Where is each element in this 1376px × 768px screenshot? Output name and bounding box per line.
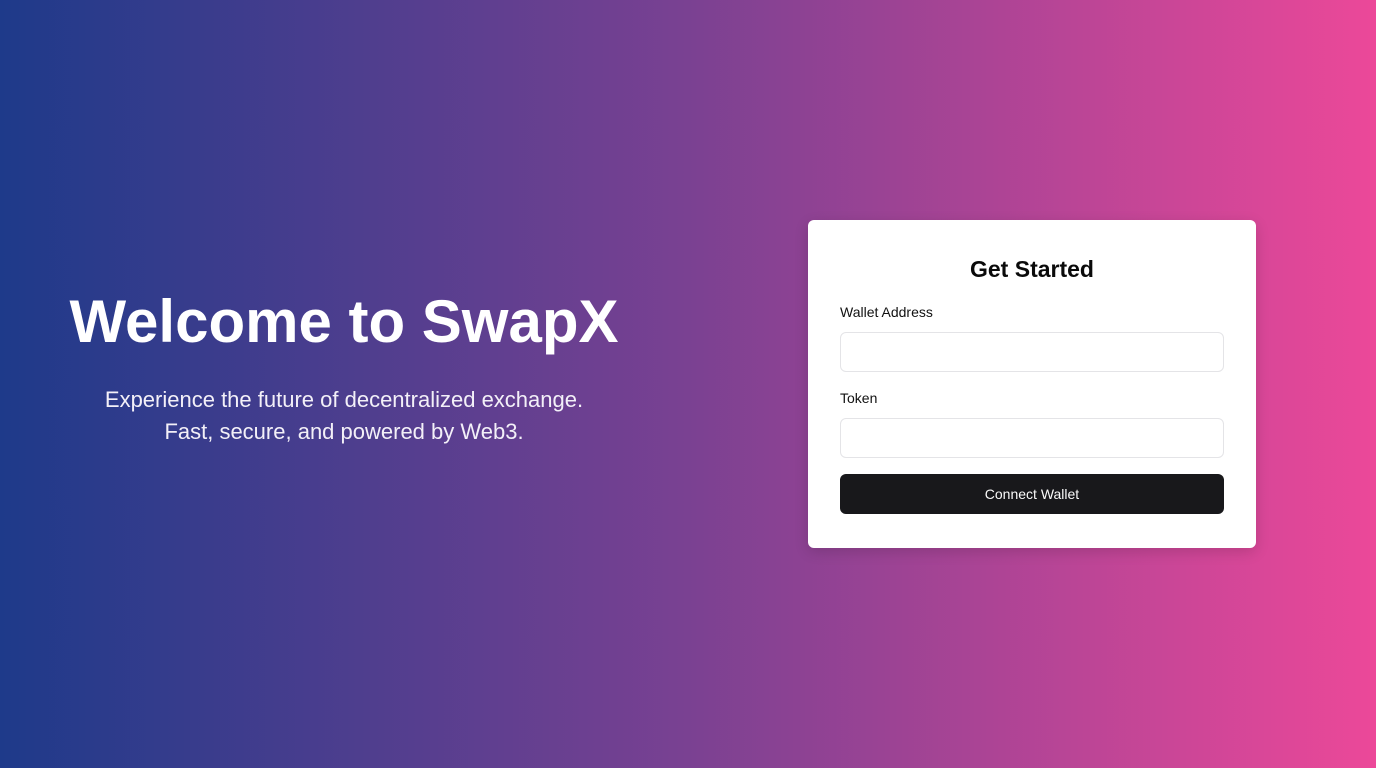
card-title: Get Started <box>970 256 1094 282</box>
get-started-card: Get Started Wallet Address Token Connect… <box>808 220 1256 548</box>
token-label: Token <box>840 390 878 406</box>
wallet-address-label: Wallet Address <box>840 304 933 320</box>
connect-wallet-button[interactable]: Connect Wallet <box>840 474 1224 514</box>
wallet-address-input[interactable] <box>840 332 1224 372</box>
token-input[interactable] <box>840 418 1224 458</box>
hero-section: Welcome to SwapX Experience the future o… <box>0 280 688 448</box>
hero-subtitle: Experience the future of decentralized e… <box>104 387 584 444</box>
hero-title: Welcome to SwapX <box>69 288 619 355</box>
